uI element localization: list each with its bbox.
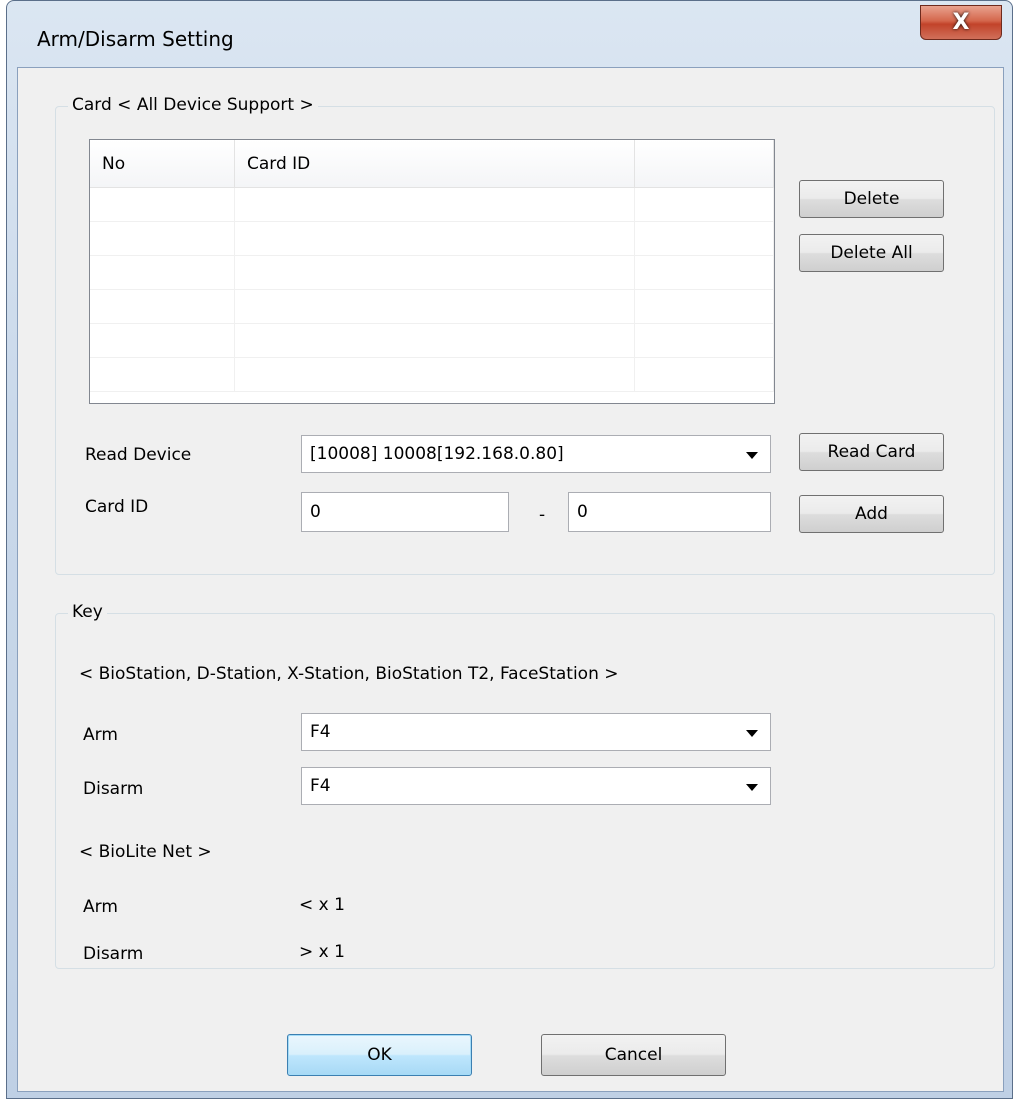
biolite-arm-value: < x 1 bbox=[299, 895, 345, 915]
chevron-down-icon bbox=[746, 730, 758, 737]
card-list-header: No Card ID bbox=[90, 140, 774, 188]
delete-button[interactable]: Delete bbox=[799, 180, 944, 218]
read-device-value: [10008] 10008[192.168.0.80] bbox=[310, 444, 564, 464]
chevron-down-icon bbox=[746, 452, 758, 459]
dialog-client-area: Card < All Device Support > No Card ID D… bbox=[17, 67, 1004, 1092]
window-title: Arm/Disarm Setting bbox=[37, 27, 234, 51]
disarm-label: Disarm bbox=[83, 779, 144, 799]
disarm-key-select[interactable]: F4 bbox=[301, 767, 771, 805]
key-group-legend: Key bbox=[68, 602, 107, 622]
list-row bbox=[90, 290, 774, 324]
stations-caption: < BioStation, D-Station, X-Station, BioS… bbox=[79, 664, 619, 684]
card-id-from-input[interactable]: 0 bbox=[301, 492, 509, 532]
column-header-empty[interactable] bbox=[635, 140, 774, 187]
column-header-card-id[interactable]: Card ID bbox=[235, 140, 635, 187]
cancel-button[interactable]: Cancel bbox=[541, 1034, 726, 1076]
card-id-to-input[interactable]: 0 bbox=[568, 492, 771, 532]
list-row bbox=[90, 358, 774, 392]
read-device-label: Read Device bbox=[85, 445, 192, 465]
list-row bbox=[90, 256, 774, 290]
card-groupbox: Card < All Device Support > No Card ID D… bbox=[55, 95, 995, 575]
key-groupbox: Key < BioStation, D-Station, X-Station, … bbox=[55, 602, 995, 969]
title-bar[interactable]: Arm/Disarm Setting X bbox=[7, 1, 1012, 65]
arm-key-value: F4 bbox=[310, 722, 331, 742]
list-row bbox=[90, 188, 774, 222]
card-group-legend: Card < All Device Support > bbox=[68, 95, 318, 115]
card-id-label: Card ID bbox=[85, 497, 149, 517]
read-device-select[interactable]: [10008] 10008[192.168.0.80] bbox=[301, 435, 771, 473]
range-separator: - bbox=[539, 505, 546, 525]
disarm-key-value: F4 bbox=[310, 776, 331, 796]
card-list[interactable]: No Card ID bbox=[89, 139, 775, 404]
arm-label: Arm bbox=[83, 725, 118, 745]
column-header-no[interactable]: No bbox=[90, 140, 235, 187]
biolite-arm-label: Arm bbox=[83, 897, 118, 917]
close-button[interactable]: X bbox=[920, 5, 1002, 40]
add-button[interactable]: Add bbox=[799, 495, 944, 533]
dialog-window: Arm/Disarm Setting X Card < All Device S… bbox=[6, 0, 1013, 1099]
list-row bbox=[90, 324, 774, 358]
delete-all-button[interactable]: Delete All bbox=[799, 234, 944, 272]
chevron-down-icon bbox=[746, 784, 758, 791]
arm-key-select[interactable]: F4 bbox=[301, 713, 771, 751]
biolite-disarm-label: Disarm bbox=[83, 944, 144, 964]
biolite-disarm-value: > x 1 bbox=[299, 942, 345, 962]
ok-button[interactable]: OK bbox=[287, 1034, 472, 1076]
close-icon: X bbox=[952, 10, 970, 35]
list-row bbox=[90, 222, 774, 256]
read-card-button[interactable]: Read Card bbox=[799, 433, 944, 471]
biolite-caption: < BioLite Net > bbox=[79, 842, 212, 862]
